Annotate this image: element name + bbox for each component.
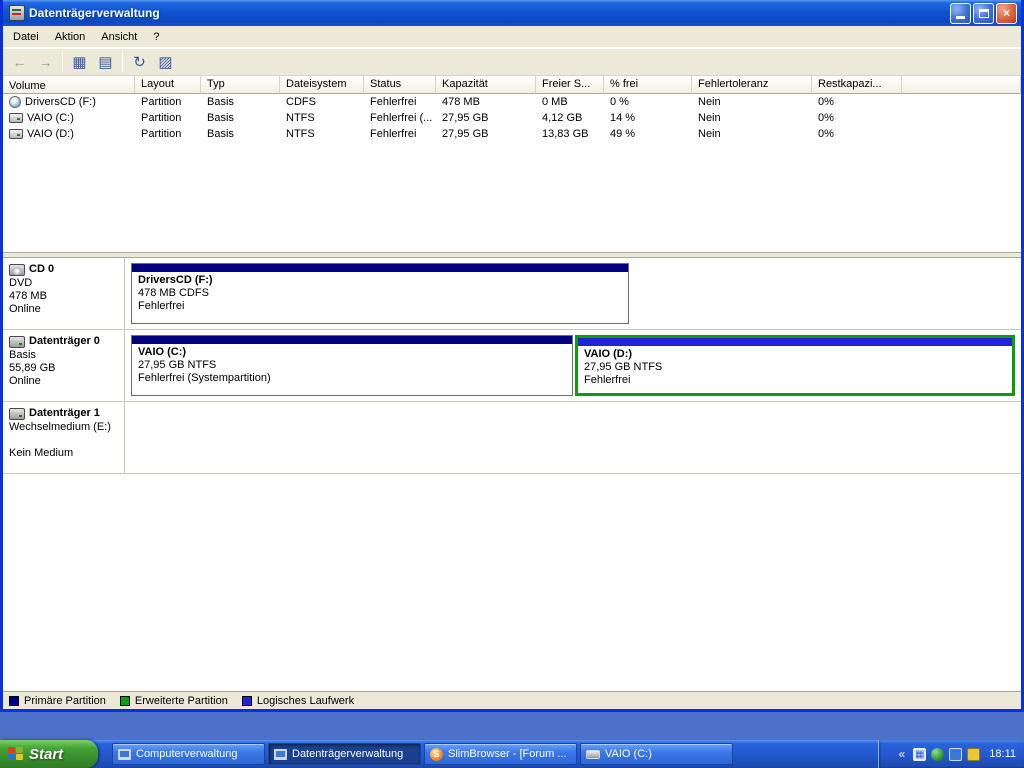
disk-management-app-icon — [9, 5, 25, 21]
column-header-prozent-frei[interactable]: % frei — [604, 76, 692, 94]
removable-disk-icon — [9, 407, 25, 420]
minimize-icon — [956, 16, 965, 19]
forward-button[interactable]: → — [33, 51, 58, 74]
task-vaio-c[interactable]: VAIO (C:) — [580, 743, 733, 765]
table-row[interactable]: VAIO (D:) Partition Basis NTFS Fehlerfre… — [3, 126, 1021, 142]
column-header-typ[interactable]: Typ — [201, 76, 280, 94]
toolbar: ← → ▦ ▤ ↻ ▨ — [3, 48, 1021, 76]
table-row[interactable]: VAIO (C:) Partition Basis NTFS Fehlerfre… — [3, 110, 1021, 126]
menu-datei[interactable]: Datei — [5, 28, 47, 46]
partition-driverscd-f[interactable]: DriversCD (F:) 478 MB CDFS Fehlerfrei — [131, 263, 629, 324]
column-header-kapazitaet[interactable]: Kapazität — [436, 76, 536, 94]
volume-list: Volume Layout Typ Dateisystem Status Kap… — [3, 76, 1021, 252]
rescan-disks-button[interactable]: ▨ — [153, 51, 178, 74]
drive-volume-icon — [9, 129, 23, 139]
column-header-fehlertoleranz[interactable]: Fehlertoleranz — [692, 76, 812, 94]
disk-info-cd0[interactable]: CD 0 DVD 478 MB Online — [3, 258, 125, 329]
maximize-button[interactable] — [973, 2, 994, 24]
disk-row-cd0: CD 0 DVD 478 MB Online DriversCD (F:) 47… — [3, 258, 1021, 330]
drive-volume-icon — [9, 113, 23, 123]
close-button[interactable]: × — [996, 2, 1017, 24]
hard-disk-icon — [9, 335, 25, 348]
minimize-button[interactable] — [950, 2, 971, 24]
refresh-button[interactable]: ↻ — [127, 51, 152, 74]
legend-swatch-extended — [119, 695, 130, 706]
column-header-restkapazitaet[interactable]: Restkapazi... — [812, 76, 902, 94]
window-title: Datenträgerverwaltung — [29, 6, 160, 20]
column-header-volume[interactable]: Volume — [3, 76, 135, 94]
taskbar-tasks: Computerverwaltung Datenträgerverwaltung… — [98, 740, 878, 768]
tray-display-icon[interactable]: ▦ — [913, 747, 927, 761]
disk-row-datentraeger0: Datenträger 0 Basis 55,89 GB Online VAIO… — [3, 330, 1021, 402]
column-header-status[interactable]: Status — [364, 76, 436, 94]
console-tree-icon: ▦ — [72, 54, 87, 71]
partition-vaio-c[interactable]: VAIO (C:) 27,95 GB NTFS Fehlerfrei (Syst… — [131, 335, 573, 396]
list-header: Volume Layout Typ Dateisystem Status Kap… — [3, 76, 1021, 94]
disk-row-datentraeger1: Datenträger 1 Wechselmedium (E:) Kein Me… — [3, 402, 1021, 474]
tray-hide-icons-chevron-icon[interactable]: « — [895, 747, 908, 761]
task-slimbrowser[interactable]: S SlimBrowser - [Forum ... — [424, 743, 577, 765]
task-datentraegerverwaltung[interactable]: Datenträgerverwaltung — [268, 743, 421, 765]
extended-partition-frame: VAIO (D:) 27,95 GB NTFS Fehlerfrei — [575, 335, 1015, 396]
graphical-view: CD 0 DVD 478 MB Online DriversCD (F:) 47… — [3, 258, 1021, 691]
browser-icon: S — [430, 747, 443, 761]
start-button[interactable]: Start — [0, 740, 98, 768]
partition-vaio-d[interactable]: VAIO (D:) 27,95 GB NTFS Fehlerfrei — [578, 338, 1012, 393]
partition-type-stripe — [132, 264, 628, 272]
computer-icon — [274, 748, 287, 760]
menu-bar: Datei Aktion Ansicht ? — [3, 26, 1021, 48]
column-header-dateisystem[interactable]: Dateisystem — [280, 76, 364, 94]
toolbar-separator — [122, 52, 123, 72]
cd-volume-icon — [9, 96, 21, 108]
disk-management-window: Datenträgerverwaltung × Datei Aktion Ans… — [0, 0, 1024, 712]
legend-item-logical: Logisches Laufwerk — [241, 695, 354, 707]
disk-info-datentraeger1[interactable]: Datenträger 1 Wechselmedium (E:) Kein Me… — [3, 402, 125, 473]
menu-hilfe[interactable]: ? — [145, 28, 167, 46]
table-row[interactable]: DriversCD (F:) Partition Basis CDFS Fehl… — [3, 94, 1021, 110]
graphical-view-empty-area — [3, 474, 1021, 691]
toolbar-separator — [62, 52, 63, 72]
back-icon: ← — [12, 54, 27, 70]
rescan-disks-icon: ▨ — [158, 54, 173, 71]
maximize-icon — [978, 8, 989, 18]
taskbar: Start Computerverwaltung Datenträgerverw… — [0, 740, 1024, 768]
column-header-filler — [902, 76, 1021, 94]
legend-swatch-logical — [241, 695, 252, 706]
menu-ansicht[interactable]: Ansicht — [93, 28, 145, 46]
refresh-icon: ↻ — [133, 54, 146, 71]
legend-item-extended: Erweiterte Partition — [119, 695, 228, 707]
column-header-layout[interactable]: Layout — [135, 76, 201, 94]
menu-aktion[interactable]: Aktion — [47, 28, 94, 46]
partition-type-stripe — [132, 336, 572, 344]
disk-info-datentraeger0[interactable]: Datenträger 0 Basis 55,89 GB Online — [3, 330, 125, 401]
system-tray: « ▦ 18:11 — [878, 740, 1024, 768]
taskbar-clock: 18:11 — [989, 748, 1016, 760]
close-icon: × — [1002, 6, 1010, 20]
back-button[interactable]: ← — [7, 51, 32, 74]
title-bar[interactable]: Datenträgerverwaltung × — [3, 0, 1021, 26]
forward-icon: → — [38, 54, 53, 70]
properties-icon: ▤ — [98, 54, 113, 71]
computer-icon — [118, 748, 131, 760]
task-computerverwaltung[interactable]: Computerverwaltung — [112, 743, 265, 765]
partition-type-stripe — [578, 338, 1012, 346]
column-header-freier-speicher[interactable]: Freier S... — [536, 76, 604, 94]
tray-volume-icon[interactable] — [967, 747, 981, 761]
legend-bar: Primäre Partition Erweiterte Partition L… — [3, 691, 1021, 709]
windows-flag-icon — [8, 747, 24, 761]
cdrom-drive-icon — [9, 263, 25, 276]
tray-shield-icon[interactable] — [931, 747, 945, 761]
legend-swatch-primary — [9, 695, 19, 706]
legend-item-primary: Primäre Partition — [9, 695, 106, 707]
drive-icon — [586, 749, 600, 759]
properties-button[interactable]: ▤ — [93, 51, 118, 74]
console-tree-button[interactable]: ▦ — [67, 51, 92, 74]
tray-network-icon[interactable] — [949, 747, 963, 761]
